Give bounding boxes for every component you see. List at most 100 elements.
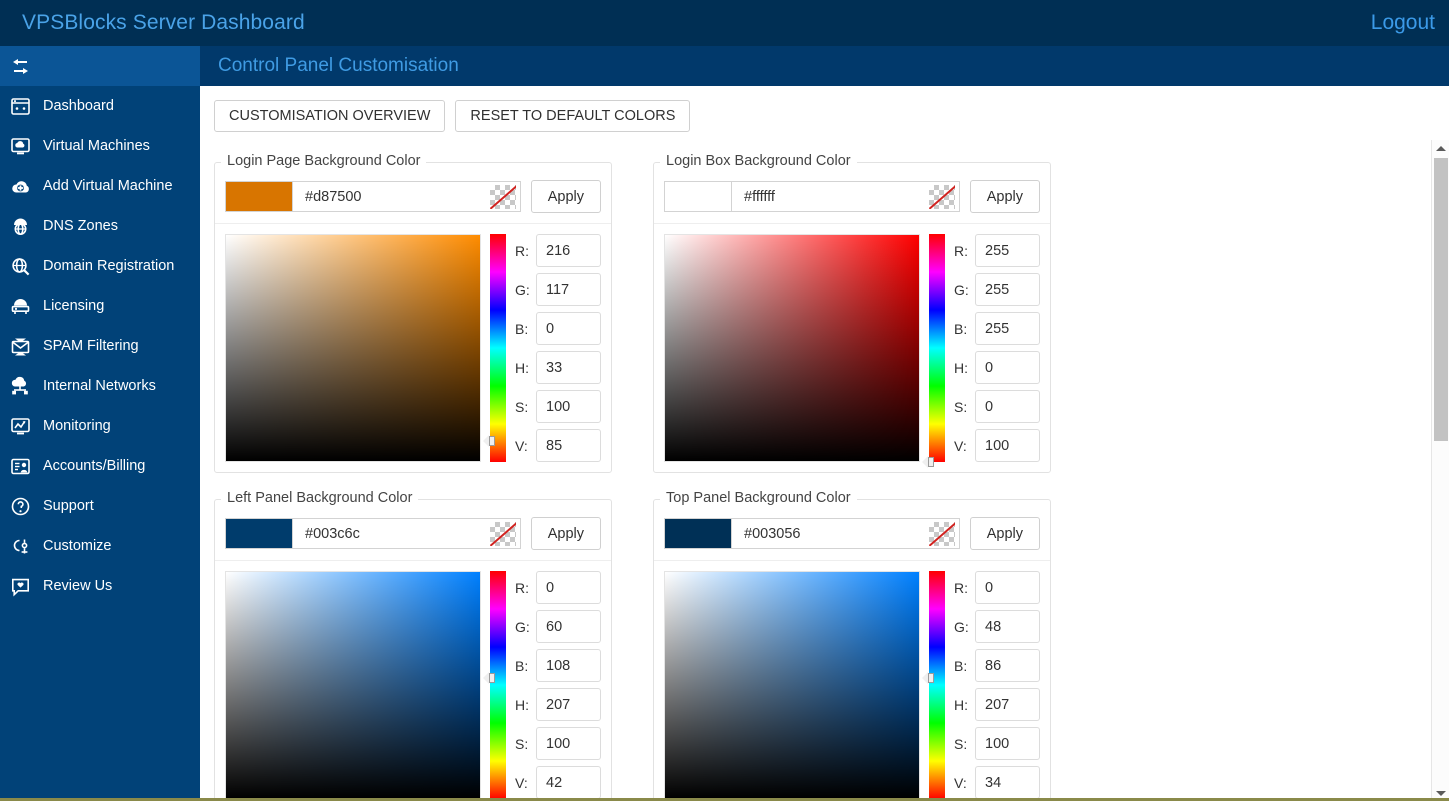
license-server-icon [10,296,31,317]
field-row: R: [954,571,1040,604]
hue-slider[interactable] [490,571,506,799]
customisation-overview-button[interactable]: CUSTOMISATION OVERVIEW [214,100,445,132]
field-input-h[interactable] [975,688,1040,721]
hue-slider-pointer[interactable] [922,672,935,684]
logout-link[interactable]: Logout [1371,11,1449,35]
field-input-b[interactable] [536,312,601,345]
field-input-g[interactable] [536,273,601,306]
field-input-g[interactable] [975,610,1040,643]
apply-button[interactable]: Apply [531,517,601,550]
field-label: G: [954,282,970,298]
customize-gear-icon [10,536,31,557]
field-input-r[interactable] [536,234,601,267]
sidebar-item-label: Monitoring [43,419,111,434]
field-input-h[interactable] [975,351,1040,384]
picker-body: R:G:B:H:S:V: [654,561,1050,801]
scrollbar-thumb[interactable] [1434,158,1448,441]
field-input-r[interactable] [975,234,1040,267]
content-right-gap [1431,86,1449,140]
field-input-b[interactable] [975,649,1040,682]
field-input-s[interactable] [975,727,1040,760]
saturation-value-area[interactable] [225,571,481,799]
field-input-h[interactable] [536,351,601,384]
sidebar-item-label: Add Virtual Machine [43,179,173,194]
field-input-r[interactable] [975,571,1040,604]
sidebar-item-internal-networks[interactable]: Internal Networks [0,366,200,406]
color-picker-login-page-background-color: Login Page Background ColorApplyR:G:B:H:… [214,154,612,473]
sidebar-item-licensing[interactable]: Licensing [0,286,200,326]
sidebar-item-accounts-billing[interactable]: Accounts/Billing [0,446,200,486]
field-input-g[interactable] [536,610,601,643]
field-label: R: [954,243,970,259]
saturation-value-area[interactable] [225,234,481,462]
field-row: V: [515,429,601,462]
color-swatch[interactable] [664,518,732,549]
sidebar-collapse-toggle[interactable] [0,46,200,86]
hue-slider[interactable] [490,234,506,462]
apply-button[interactable]: Apply [970,180,1040,213]
hue-slider[interactable] [929,234,945,462]
hex-input-wrapper [731,181,960,212]
field-input-h[interactable] [536,688,601,721]
field-label: V: [954,775,970,791]
sidebar-item-customize[interactable]: Customize [0,526,200,566]
saturation-value-area[interactable] [664,571,920,799]
hue-slider-pointer[interactable] [922,456,935,468]
transparency-icon[interactable] [929,185,955,209]
field-label: H: [515,697,531,713]
sidebar-item-virtual-machines[interactable]: Virtual Machines [0,126,200,166]
saturation-value-area[interactable] [664,234,920,462]
transparency-icon[interactable] [490,185,516,209]
transparency-icon[interactable] [929,522,955,546]
field-input-v[interactable] [975,429,1040,462]
question-circle-icon [10,496,31,517]
hex-input[interactable] [293,188,520,206]
picker-fields: R:G:B:H:S:V: [954,571,1040,799]
apply-button[interactable]: Apply [970,517,1040,550]
field-input-b[interactable] [536,649,601,682]
field-input-v[interactable] [975,766,1040,799]
field-input-v[interactable] [536,766,601,799]
field-label: B: [954,321,970,337]
color-swatch[interactable] [225,518,293,549]
apply-button[interactable]: Apply [531,180,601,213]
dashboard-icon [10,96,31,117]
field-label: G: [515,282,531,298]
field-input-s[interactable] [975,390,1040,423]
hex-input[interactable] [732,525,959,543]
sidebar-item-label: Licensing [43,299,104,314]
magnifier-globe-icon [10,256,31,277]
hex-input[interactable] [293,525,520,543]
sidebar-item-dns-zones[interactable]: DNS Zones [0,206,200,246]
sidebar-item-add-virtual-machine[interactable]: Add Virtual Machine [0,166,200,206]
vertical-scrollbar[interactable] [1431,140,1449,801]
field-input-g[interactable] [975,273,1040,306]
scroll-up-arrow-icon[interactable] [1432,140,1449,156]
field-input-s[interactable] [536,390,601,423]
sidebar-item-domain-registration[interactable]: Domain Registration [0,246,200,286]
color-picker-login-box-background-color: Login Box Background ColorApplyR:G:B:H:S… [653,154,1051,473]
page-title: Control Panel Customisation [200,55,459,77]
field-input-r[interactable] [536,571,601,604]
hue-slider-pointer[interactable] [483,672,496,684]
hex-input[interactable] [732,188,959,206]
color-swatch[interactable] [664,181,732,212]
picker-body: R:G:B:H:S:V: [654,224,1050,472]
field-input-s[interactable] [536,727,601,760]
color-swatch[interactable] [225,181,293,212]
sidebar-item-review-us[interactable]: Review Us [0,566,200,606]
reset-to-default-colors-button[interactable]: RESET TO DEFAULT COLORS [455,100,690,132]
field-label: V: [954,438,970,454]
transparency-icon[interactable] [490,522,516,546]
hue-slider[interactable] [929,571,945,799]
sidebar-item-spam-filtering[interactable]: SPAM Filtering [0,326,200,366]
sidebar-item-monitoring[interactable]: Monitoring [0,406,200,446]
field-row: G: [954,610,1040,643]
network-cloud-icon [10,376,31,397]
field-input-b[interactable] [975,312,1040,345]
hue-slider-pointer[interactable] [483,435,496,447]
sidebar-item-dashboard[interactable]: Dashboard [0,86,200,126]
field-input-v[interactable] [536,429,601,462]
field-row: R: [515,571,601,604]
sidebar-item-support[interactable]: Support [0,486,200,526]
